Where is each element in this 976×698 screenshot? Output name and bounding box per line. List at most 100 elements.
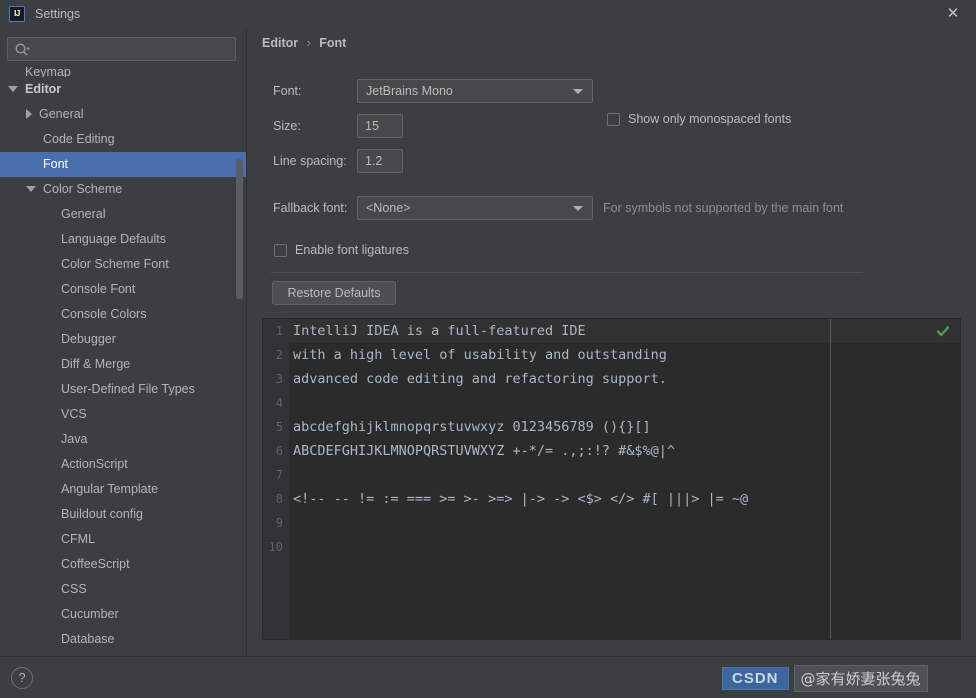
sidebar-item-code-editing[interactable]: Code Editing [0, 127, 246, 152]
checkbox-box-icon [607, 112, 620, 126]
sidebar-item-label: ActionScript [61, 457, 128, 471]
sidebar-item-console-colors[interactable]: Console Colors [0, 302, 246, 327]
sidebar-item-font[interactable]: Font [0, 152, 246, 177]
sidebar-item-actionscript[interactable]: ActionScript [0, 452, 246, 477]
line-text: ABCDEFGHIJKLMNOPQRSTUVWXYZ +-*/= .,;:!? … [293, 443, 676, 459]
sidebar-scrollbar-thumb[interactable] [236, 159, 243, 299]
close-icon[interactable]: ✕ [930, 0, 976, 28]
sidebar-item-cfml[interactable]: CFML [0, 527, 246, 552]
show-monospaced-checkbox[interactable]: Show only monospaced fonts [607, 112, 791, 126]
line-number: 7 [275, 468, 283, 482]
chevron-down-icon [573, 89, 583, 94]
chevron-right-icon[interactable] [26, 108, 32, 119]
breadcrumb-root[interactable]: Editor [262, 36, 298, 50]
sidebar-item-coffeescript[interactable]: CoffeeScript [0, 552, 246, 577]
sidebar-item-user-defined-file-types[interactable]: User-Defined File Types [0, 377, 246, 402]
sidebar-scrollbar[interactable] [236, 67, 243, 656]
font-family-combobox[interactable]: JetBrains Mono [357, 79, 593, 103]
sidebar-item-label: Font [43, 157, 69, 171]
sidebar-item-label: VCS [61, 407, 87, 421]
sidebar-item-console-font[interactable]: Console Font [0, 277, 246, 302]
preview-line: 6 ABCDEFGHIJKLMNOPQRSTUVWXYZ +-*/= .,;:!?… [263, 439, 960, 463]
sidebar-item-label: Console Font [61, 282, 136, 296]
preview-line: 3 advanced code editing and refactoring s… [263, 367, 960, 391]
line-text: advanced code editing and refactoring su… [293, 371, 667, 387]
fallback-font-combobox[interactable]: <None> [357, 196, 593, 220]
fallback-font-hint: For symbols not supported by the main fo… [603, 201, 844, 215]
search-icon [15, 43, 30, 56]
sidebar-item-general[interactable]: General [0, 102, 246, 127]
search-box[interactable] [7, 37, 236, 62]
watermark-brand: CSDN [722, 667, 789, 690]
sidebar-item-label: Diff & Merge [61, 357, 131, 371]
chevron-down-icon[interactable] [26, 185, 36, 192]
csdn-watermark: CSDN @家有娇妻张兔兔 [722, 665, 928, 692]
font-preview-editor[interactable]: 1 IntelliJ IDEA is a full-featured IDE 2 wi… [262, 318, 961, 640]
search-input[interactable] [36, 38, 236, 62]
line-number: 9 [275, 516, 283, 530]
settings-tree: Keymap Editor General Code Editing Font Color… [0, 67, 246, 656]
enable-ligatures-label: Enable font ligatures [295, 243, 409, 257]
sidebar-item-label: Keymap [25, 67, 71, 77]
sidebar-item-angular-template[interactable]: Angular Template [0, 477, 246, 502]
sidebar-item-general[interactable]: General [0, 202, 246, 227]
fallback-font-value: <None> [366, 201, 411, 215]
line-number: 6 [275, 444, 283, 458]
sidebar-item-label: Angular Template [61, 482, 159, 496]
sidebar-item-color-scheme-font[interactable]: Color Scheme Font [0, 252, 246, 277]
sidebar-item-buildout-config[interactable]: Buildout config [0, 502, 246, 527]
intellij-logo-icon: IJ [9, 6, 25, 22]
sidebar-item-label: Debugger [61, 332, 116, 346]
sidebar-item-label: Language Defaults [61, 232, 166, 246]
preview-line: 8 <!-- -- != := === >= >- >=> |-> -> <$> … [263, 487, 960, 511]
sidebar-item-diff-merge[interactable]: Diff & Merge [0, 352, 246, 377]
sidebar-item-language-defaults[interactable]: Language Defaults [0, 227, 246, 252]
line-spacing-input[interactable] [357, 149, 403, 173]
sidebar-item-debugger[interactable]: Debugger [0, 327, 246, 352]
line-number: 3 [275, 372, 283, 386]
sidebar-item-keymap[interactable]: Keymap [0, 67, 246, 77]
sidebar-item-editor[interactable]: Editor [0, 77, 246, 102]
sidebar-item-label: CFML [61, 532, 96, 546]
restore-defaults-button[interactable]: Restore Defaults [272, 281, 396, 305]
sidebar-item-label: Cucumber [61, 607, 119, 621]
help-button[interactable]: ? [11, 667, 33, 689]
settings-window: IJ Settings ✕ Keymap Editor General Code Ed… [0, 0, 976, 698]
chevron-down-icon[interactable] [8, 85, 18, 92]
preview-line: 10 [263, 535, 960, 559]
show-monospaced-label: Show only monospaced fonts [628, 112, 792, 126]
sidebar-item-color-scheme[interactable]: Color Scheme [0, 177, 246, 202]
sidebar-item-label: CSS [61, 582, 87, 596]
enable-ligatures-checkbox[interactable]: Enable font ligatures [274, 243, 409, 257]
sidebar-item-label: Database [61, 632, 115, 646]
sidebar-item-css[interactable]: CSS [0, 577, 246, 602]
line-number: 4 [275, 396, 283, 410]
sidebar-item-java[interactable]: Java [0, 427, 246, 452]
sidebar-item-cucumber[interactable]: Cucumber [0, 602, 246, 627]
sidebar-item-label: CoffeeScript [61, 557, 130, 571]
font-family-value: JetBrains Mono [366, 84, 453, 98]
section-divider [271, 272, 863, 273]
sidebar-item-label: Editor [25, 82, 62, 96]
chevron-down-icon [573, 206, 583, 211]
settings-sidebar: Keymap Editor General Code Editing Font Color… [0, 28, 246, 656]
preview-line: 7 [263, 463, 960, 487]
size-input[interactable] [357, 114, 403, 138]
sidebar-item-label: Color Scheme [43, 182, 123, 196]
sidebar-item-vcs[interactable]: VCS [0, 402, 246, 427]
sidebar-item-database[interactable]: Database [0, 627, 246, 652]
